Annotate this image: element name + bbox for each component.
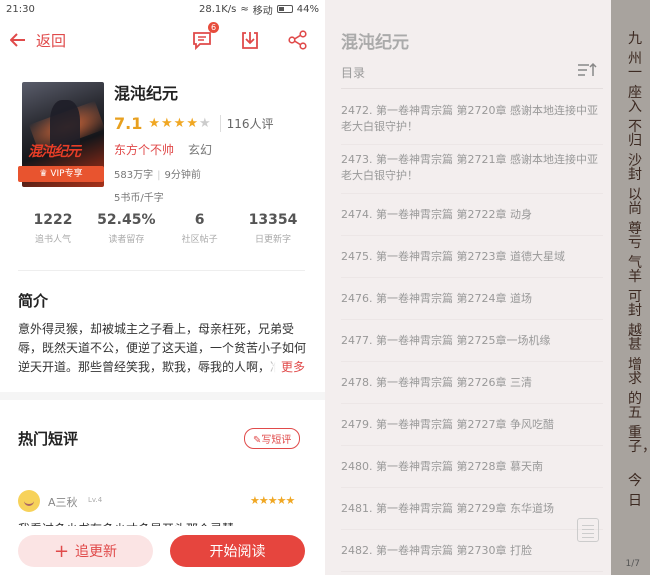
author-link[interactable]: 东方个不帅 bbox=[114, 141, 174, 158]
book-detail-screen: 21:30 28.1K/s ≈ 移动 44% 返回 6 混沌纪元 ♛ VIP专享… bbox=[0, 0, 325, 575]
reading-position-icon[interactable] bbox=[577, 518, 599, 542]
reader-page-text: 九州一座入不归沙封以尚尊亏气羊可封越甚增求的五重子，今日 bbox=[610, 0, 650, 575]
download-button[interactable] bbox=[239, 29, 261, 51]
more-button[interactable]: 更多 bbox=[262, 358, 305, 375]
star-filled-icon: ★ bbox=[186, 116, 199, 131]
star-filled-icon: ★ bbox=[148, 116, 161, 131]
comment-icon bbox=[193, 32, 211, 51]
vip-label: VIP专享 bbox=[50, 169, 83, 179]
arrow-left-icon bbox=[10, 33, 25, 47]
chapter-item[interactable]: 2473. 第一卷神霄宗篇 第2721章 感谢本地连接中亚老大白银守护！ bbox=[341, 145, 603, 194]
update-time: 9分钟前 bbox=[164, 170, 201, 181]
comments-heading: 热门短评 bbox=[18, 430, 79, 448]
chapter-item[interactable]: 2481. 第一卷神霄宗篇 第2729章 东华道场 bbox=[341, 488, 603, 530]
price: 5书币/千字 bbox=[114, 193, 164, 204]
stat-posts[interactable]: 6 社区帖子 bbox=[165, 212, 235, 245]
plus-icon: + bbox=[53, 540, 70, 562]
wifi-icon: ≈ bbox=[240, 3, 249, 15]
stat-label: 读者留存 bbox=[108, 235, 145, 245]
write-review-label: 写短评 bbox=[261, 435, 292, 446]
status-bar: 21:30 28.1K/s ≈ 移动 44% bbox=[0, 0, 325, 18]
comment-button[interactable]: 6 bbox=[191, 22, 219, 51]
stats-row: 1222 追书人气 52.45% 读者留存 6 社区帖子 13354 日更新字 bbox=[18, 212, 308, 245]
rating-score: 7.1 bbox=[114, 114, 143, 133]
battery-icon bbox=[276, 5, 293, 13]
start-reading-button[interactable]: 开始阅读 bbox=[170, 535, 305, 567]
chapter-item[interactable]: 2474. 第一卷神霄宗篇 第2722章 动身 bbox=[341, 194, 603, 236]
chapter-list: 2472. 第一卷神霄宗篇 第2720章 感谢本地连接中亚老大白银守护！ 2473… bbox=[341, 96, 603, 572]
section-divider bbox=[0, 392, 325, 400]
divider bbox=[18, 270, 305, 271]
divider bbox=[341, 88, 603, 89]
stat-value: 13354 bbox=[248, 212, 298, 228]
follow-updates-button[interactable]: + 追更新 bbox=[18, 535, 153, 567]
comment-badge: 6 bbox=[208, 22, 219, 33]
carrier: 移动 bbox=[252, 5, 273, 17]
star-rating: ★★★★★ bbox=[148, 116, 211, 131]
back-button[interactable]: 返回 bbox=[10, 30, 66, 51]
cover-title: 混沌纪元 bbox=[28, 144, 81, 160]
back-label: 返回 bbox=[36, 31, 67, 50]
toc-heading: 目录 bbox=[341, 66, 366, 80]
chapter-item[interactable]: 2482. 第一卷神霄宗篇 第2730章 打脸 bbox=[341, 530, 603, 572]
toc-drawer: 混沌纪元 目录 2472. 第一卷神霄宗篇 第2720章 感谢本地连接中亚老大白… bbox=[325, 0, 611, 575]
rating-row: 7.1 ★★★★★ 116人评 bbox=[114, 114, 324, 133]
stat-popularity: 1222 追书人气 bbox=[18, 212, 88, 245]
download-icon bbox=[242, 32, 258, 49]
vip-badge: ♛ VIP专享 bbox=[18, 166, 104, 182]
page-indicator: 1/7 bbox=[625, 559, 640, 569]
network-speed: 28.1K/s bbox=[198, 3, 237, 15]
intro-heading: 简介 bbox=[18, 292, 49, 310]
stat-label: 追书人气 bbox=[34, 235, 71, 245]
chapter-item[interactable]: 2480. 第一卷神霄宗篇 第2728章 慕天南 bbox=[341, 446, 603, 488]
book-title: 混沌纪元 bbox=[114, 84, 179, 103]
chapter-item[interactable]: 2476. 第一卷神霄宗篇 第2724章 道场 bbox=[341, 278, 603, 320]
word-count: 583万字 bbox=[114, 170, 154, 181]
battery-level: 44% bbox=[296, 3, 319, 15]
chapter-item[interactable]: 2478. 第一卷神霄宗篇 第2726章 三清 bbox=[341, 362, 603, 404]
crown-icon: ♛ bbox=[39, 169, 48, 179]
book-header: 混沌纪元 ♛ VIP专享 混沌纪元 7.1 ★★★★★ 116人评 东方个不帅 … bbox=[18, 80, 318, 204]
write-review-button[interactable]: ✎写短评 bbox=[244, 428, 301, 449]
share-icon bbox=[288, 30, 307, 50]
bottom-bar: + 追更新 开始阅读 bbox=[0, 526, 325, 575]
chapter-item[interactable]: 2477. 第一卷神霄宗篇 第2725章一场机缘 bbox=[341, 320, 603, 362]
reader-screen: 九州一座入不归沙封以尚尊亏气羊可封越甚增求的五重子，今日 1/7 混沌纪元 目录… bbox=[325, 0, 650, 575]
avatar[interactable] bbox=[18, 490, 40, 512]
share-button[interactable] bbox=[287, 29, 309, 51]
genre-tag[interactable]: 玄幻 bbox=[188, 141, 212, 158]
chapter-item[interactable]: 2475. 第一卷神霄宗篇 第2723章 道德大星域 bbox=[341, 236, 603, 278]
comment-star-rating: ★★★★★ bbox=[250, 494, 295, 507]
stat-value: 6 bbox=[194, 212, 205, 228]
top-bar: 返回 6 bbox=[0, 22, 325, 56]
reader-text-line: 今日 bbox=[628, 473, 642, 509]
review-count: 116人评 bbox=[219, 115, 274, 132]
toc-book-title: 混沌纪元 bbox=[341, 33, 409, 53]
star-filled-icon: ★ bbox=[161, 116, 174, 131]
chapter-item[interactable]: 2479. 第一卷神霄宗篇 第2727章 争风吃醋 bbox=[341, 404, 603, 446]
stat-retention: 52.45% 读者留存 bbox=[91, 212, 161, 245]
stat-daily-words: 13354 日更新字 bbox=[238, 212, 308, 245]
sort-icon[interactable] bbox=[577, 62, 597, 78]
commenter-level: Lv.4 bbox=[88, 496, 103, 504]
follow-updates-label: 追更新 bbox=[75, 544, 118, 560]
star-filled-icon: ★ bbox=[173, 116, 187, 131]
status-time: 21:30 bbox=[6, 3, 35, 15]
commenter-name: A三秋 bbox=[48, 496, 78, 509]
stat-value: 1222 bbox=[33, 212, 73, 228]
stat-label: 社区帖子 bbox=[181, 235, 218, 245]
star-empty-icon: ★ bbox=[198, 116, 212, 131]
stat-label: 日更新字 bbox=[254, 235, 291, 245]
chapter-item[interactable]: 2472. 第一卷神霄宗篇 第2720章 感谢本地连接中亚老大白银守护！ bbox=[341, 96, 603, 145]
stat-value: 52.45% bbox=[97, 212, 156, 228]
reader-text-line: 子， bbox=[628, 439, 650, 455]
